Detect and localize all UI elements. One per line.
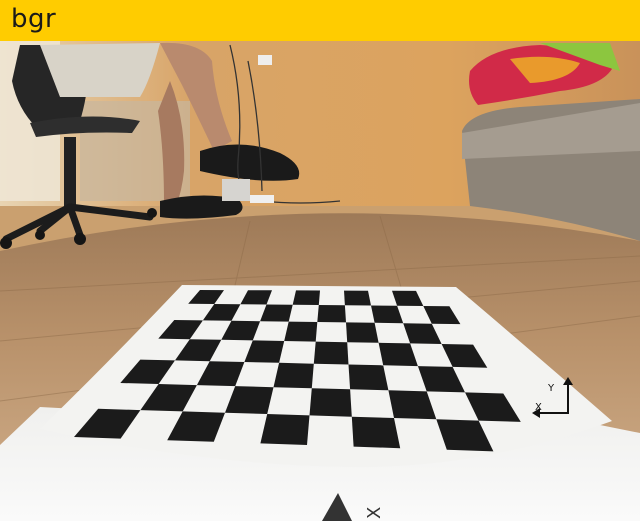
wall-socket (258, 55, 272, 65)
camera-frame: X Y X (0, 41, 640, 521)
chessboard-square (260, 414, 310, 445)
chessboard-square (284, 321, 318, 342)
chessboard-square (317, 305, 346, 323)
chessboard-square (351, 416, 401, 449)
container (222, 179, 250, 201)
chessboard-square (309, 388, 352, 417)
chessboard-square (313, 341, 349, 365)
axis-x-mark: X (364, 507, 385, 519)
window-title-bar[interactable]: bgr (0, 0, 640, 41)
camera-image-view: X Y X (0, 41, 640, 521)
axis-label-x: X (535, 402, 542, 413)
shorts (40, 43, 160, 97)
chessboard-square (346, 322, 379, 343)
office-chair-column (64, 137, 76, 207)
window-title: bgr (11, 3, 57, 34)
chessboard-square (292, 290, 320, 305)
chessboard-square (344, 290, 371, 306)
power-strip (250, 195, 274, 203)
chessboard-square (273, 362, 314, 389)
axis-label-y: Y (547, 383, 555, 394)
chessboard-square (348, 364, 389, 391)
